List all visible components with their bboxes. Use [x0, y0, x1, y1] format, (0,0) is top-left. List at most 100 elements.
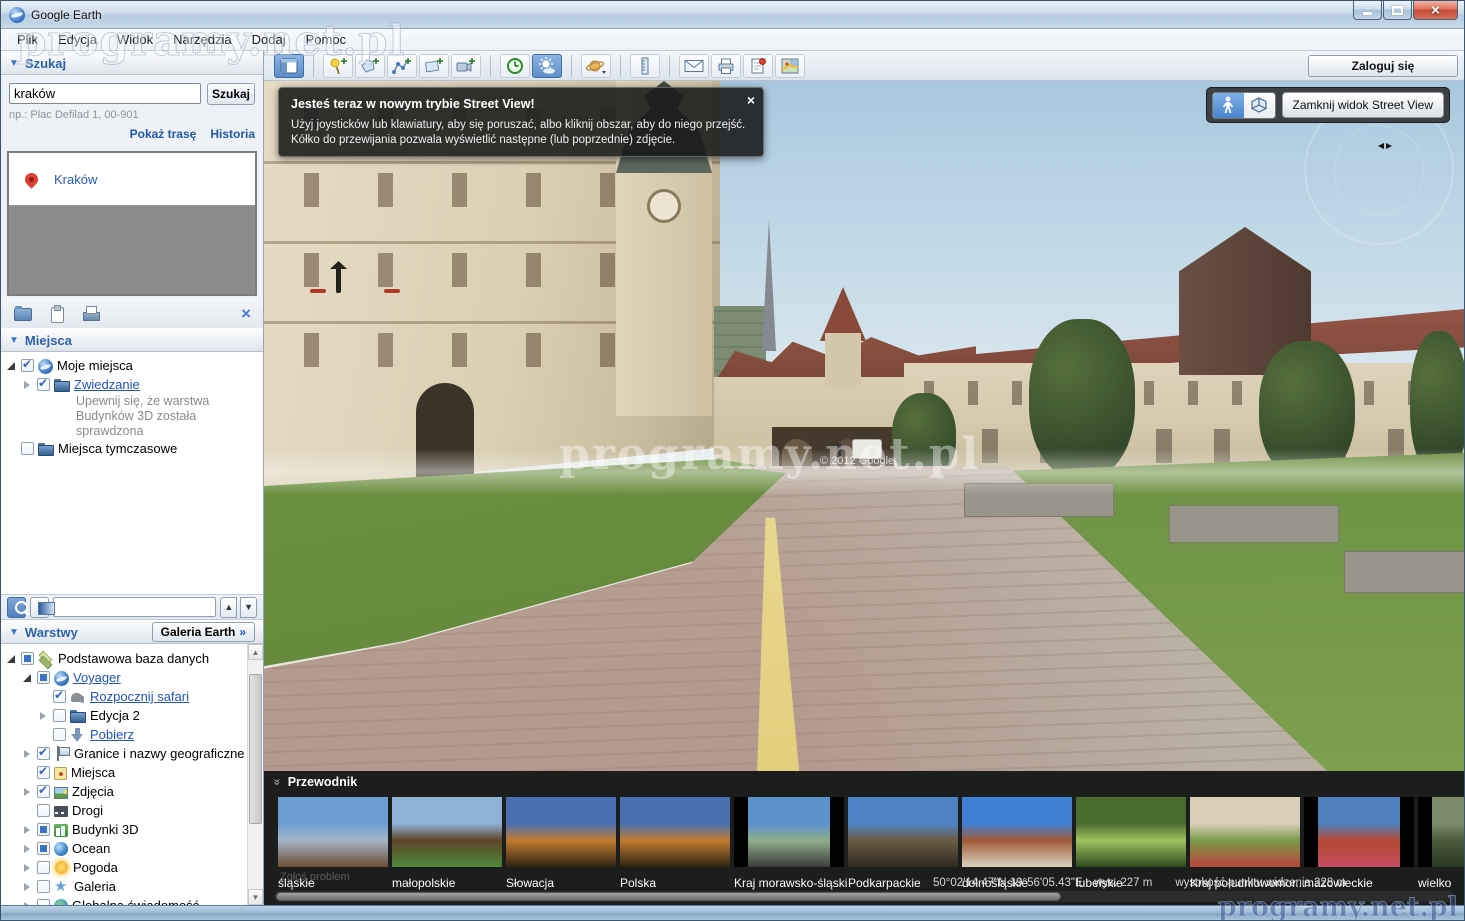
menu-item-edycja[interactable]: Edycja: [48, 30, 107, 49]
search-button[interactable]: Szukaj: [207, 83, 255, 105]
record-tour-button[interactable]: [451, 54, 481, 78]
menu-item-plik[interactable]: Plik: [7, 30, 48, 49]
checkbox-unchecked[interactable]: [37, 880, 50, 893]
checkbox-unchecked[interactable]: [37, 804, 50, 817]
layers-panel-header[interactable]: ▼ Warstwy Galeria Earth»: [1, 620, 263, 644]
sunlight-button[interactable]: [532, 54, 562, 78]
find-previous-button[interactable]: ▲: [220, 597, 237, 618]
guide-thumbnail[interactable]: Kraj morawsko-śląski: [734, 797, 844, 893]
email-button[interactable]: [679, 54, 709, 78]
checkbox-unchecked[interactable]: [21, 442, 34, 455]
checkbox-checked[interactable]: [21, 359, 34, 372]
expander-expanded-icon[interactable]: [21, 672, 33, 684]
street-view-scene[interactable]: programy.net.pl © 2012 Google Jesteś ter…: [264, 81, 1464, 771]
expander-expanded-icon[interactable]: [5, 653, 17, 665]
tree-item-miejsca[interactable]: Miejsca: [1, 763, 263, 782]
places-filter-input[interactable]: [53, 597, 216, 617]
close-button[interactable]: ×: [1413, 1, 1458, 20]
pegman-button[interactable]: [1213, 93, 1244, 118]
add-image-overlay-button[interactable]: [419, 54, 449, 78]
checkbox-partial[interactable]: [21, 652, 34, 665]
tree-item-miejsca-tymczasowe[interactable]: Miejsca tymczasowe: [1, 439, 263, 458]
checkbox-checked[interactable]: [37, 766, 50, 779]
guide-header[interactable]: » Przewodnik: [274, 775, 357, 789]
tree-item-pobierz[interactable]: Pobierz: [1, 725, 263, 744]
copy-icon[interactable]: [47, 304, 67, 322]
tree-item-voyager[interactable]: Voyager: [1, 668, 263, 687]
tree-item-pogoda[interactable]: Pogoda: [1, 858, 263, 877]
minimize-button[interactable]: [1353, 1, 1382, 20]
layers-scrollbar[interactable]: ▲ ▼: [247, 644, 263, 905]
exit-ground-level-button[interactable]: [1244, 93, 1275, 118]
history-link[interactable]: Historia: [210, 127, 255, 141]
add-polygon-button[interactable]: [355, 54, 385, 78]
find-button[interactable]: [7, 597, 26, 618]
checkbox-unchecked[interactable]: [53, 709, 66, 722]
show-route-link[interactable]: Pokaż trasę: [130, 127, 197, 141]
checkbox-checked[interactable]: [37, 378, 50, 391]
search-result-item[interactable]: Kraków: [9, 153, 255, 206]
guide-thumbnail[interactable]: wielko: [1418, 797, 1464, 893]
guide-thumbnail[interactable]: śląskie: [278, 797, 388, 893]
tree-item-moje-miejsca[interactable]: Moje miejsca: [1, 356, 263, 375]
ruler-button[interactable]: [630, 54, 660, 78]
planets-button[interactable]: [581, 54, 611, 78]
places-panel-header[interactable]: ▼ Miejsca: [1, 328, 263, 352]
tree-label[interactable]: Rozpocznij safari: [90, 689, 189, 704]
tree-item-rozpocznij-safari[interactable]: Rozpocznij safari: [1, 687, 263, 706]
add-placemark-button[interactable]: [323, 54, 353, 78]
print-results-icon[interactable]: [81, 304, 101, 322]
expander-collapsed-icon[interactable]: [21, 786, 33, 798]
guide-thumbnail[interactable]: małopolskie: [392, 797, 502, 893]
expander-collapsed-icon[interactable]: [37, 710, 49, 722]
expander-collapsed-icon[interactable]: [21, 843, 33, 855]
scrollbar-thumb[interactable]: [249, 674, 262, 824]
tree-item-galeria[interactable]: Galeria: [1, 877, 263, 896]
save-image-button[interactable]: [743, 54, 773, 78]
historical-imagery-button[interactable]: [500, 54, 530, 78]
guide-thumbnail[interactable]: Słowacja: [506, 797, 616, 893]
menu-item-narzedzia[interactable]: Narzędzia: [163, 30, 242, 49]
expander-expanded-icon[interactable]: [5, 360, 17, 372]
guide-scrollbar[interactable]: [274, 891, 1454, 902]
checkbox-partial[interactable]: [37, 823, 50, 836]
banner-close-icon[interactable]: ×: [747, 92, 755, 108]
tree-item-zwiedzanie[interactable]: Zwiedzanie: [1, 375, 263, 394]
close-street-view-button[interactable]: Zamknij widok Street View: [1282, 92, 1445, 118]
search-panel-header[interactable]: ▼ Szukaj: [1, 51, 263, 75]
tree-item-budynki-3d[interactable]: Budynki 3D: [1, 820, 263, 839]
menu-item-pomoc[interactable]: Pomoc: [296, 30, 356, 49]
sidebar-toggle-button[interactable]: [274, 54, 304, 78]
expander-collapsed-icon[interactable]: [21, 862, 33, 874]
expander-collapsed-icon[interactable]: [21, 881, 33, 893]
checkbox-partial[interactable]: [37, 671, 50, 684]
checkbox-checked[interactable]: [37, 785, 50, 798]
expander-collapsed-icon[interactable]: [21, 900, 33, 906]
tree-item-granice-i-nazwy-geograficzne[interactable]: Granice i nazwy geograficzne: [1, 744, 263, 763]
checkbox-checked[interactable]: [53, 690, 66, 703]
checkbox-unchecked[interactable]: [37, 861, 50, 874]
checkbox-partial[interactable]: [37, 842, 50, 855]
scroll-up-arrow[interactable]: ▲: [248, 644, 263, 660]
checkbox-unchecked[interactable]: [37, 899, 50, 905]
add-path-button[interactable]: [387, 54, 417, 78]
search-input[interactable]: [9, 83, 201, 104]
clear-results-icon[interactable]: ×: [241, 305, 251, 322]
guide-thumbnail[interactable]: Polska: [620, 797, 730, 893]
elevation-profile-button[interactable]: [30, 597, 49, 618]
view-in-maps-button[interactable]: [775, 54, 805, 78]
expander-collapsed-icon[interactable]: [21, 379, 33, 391]
find-next-button[interactable]: ▼: [240, 597, 257, 618]
tree-item-podstawowa-baza-danych[interactable]: Podstawowa baza danych: [1, 649, 263, 668]
expander-collapsed-icon[interactable]: [21, 824, 33, 836]
tree-label[interactable]: Zwiedzanie: [74, 377, 140, 392]
tree-label[interactable]: Pobierz: [90, 727, 134, 742]
save-to-places-icon[interactable]: [13, 304, 33, 322]
checkbox-checked[interactable]: [37, 747, 50, 760]
print-button[interactable]: [711, 54, 741, 78]
tree-item-drogi[interactable]: Drogi: [1, 801, 263, 820]
expander-collapsed-icon[interactable]: [21, 748, 33, 760]
scroll-down-arrow[interactable]: ▼: [248, 889, 263, 905]
tree-item-edycja-2[interactable]: Edycja 2: [1, 706, 263, 725]
sign-in-button[interactable]: Zaloguj się: [1308, 55, 1458, 77]
